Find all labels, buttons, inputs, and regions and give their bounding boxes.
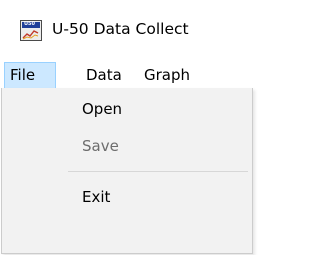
- menu-item-exit[interactable]: Exit: [2, 181, 252, 215]
- title-bar: U50 U-50 Data Collect: [0, 0, 254, 62]
- menu-graph[interactable]: Graph: [138, 62, 196, 90]
- menu-separator: [68, 171, 248, 172]
- menu-item-save: Save: [82, 137, 119, 155]
- file-dropdown-menu: Open Save Exit: [1, 88, 253, 254]
- menu-item-open[interactable]: Open: [2, 93, 252, 127]
- menu-data[interactable]: Data: [80, 62, 128, 90]
- window-title: U-50 Data Collect: [52, 20, 189, 38]
- app-icon-label: U50: [24, 21, 36, 27]
- menu-file[interactable]: File: [4, 62, 56, 90]
- menu-bar: File Data Graph: [0, 62, 254, 90]
- app-icon-graph: [22, 30, 39, 40]
- app-icon[interactable]: U50: [20, 20, 42, 41]
